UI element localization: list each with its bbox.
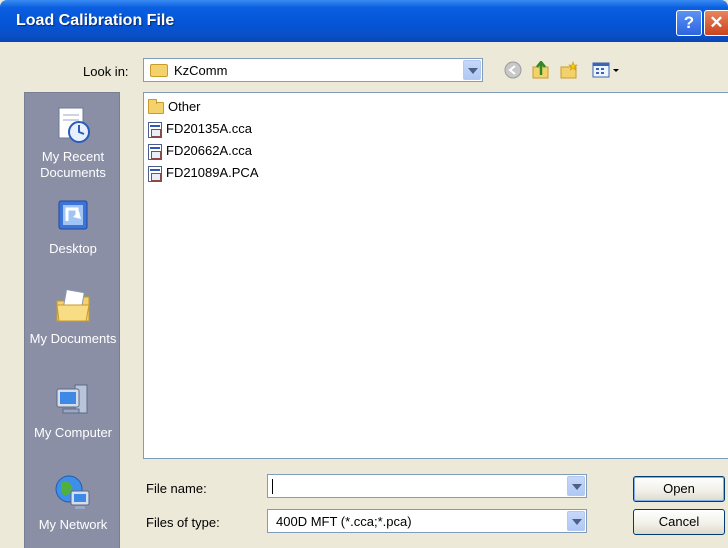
list-item-folder[interactable]: Other [148, 97, 201, 117]
places-bar: My Recent Documents Desktop My Documents… [24, 92, 120, 548]
chevron-down-icon[interactable] [463, 60, 481, 80]
place-label: My Computer [33, 425, 113, 440]
look-in-combo[interactable]: KzComm [143, 58, 483, 82]
file-name-label: File name: [146, 481, 207, 496]
file-type-select[interactable]: 400D MFT (*.cca;*.pca) [267, 509, 587, 533]
new-folder-icon[interactable] [560, 61, 578, 79]
file-name-input[interactable] [267, 474, 587, 498]
place-desktop[interactable]: Desktop [25, 197, 121, 257]
back-icon[interactable] [504, 61, 522, 79]
place-label: Documents [40, 165, 106, 180]
file-list[interactable]: Other FD20135A.cca FD20662A.cca FD21089A… [143, 92, 728, 459]
file-type-value: 400D MFT (*.cca;*.pca) [276, 514, 412, 529]
place-label: Desktop [49, 241, 97, 256]
file-type-label: Files of type: [146, 515, 220, 530]
open-button[interactable]: Open [633, 476, 725, 502]
close-button[interactable]: ✕ [704, 10, 728, 36]
list-item-file[interactable]: FD20135A.cca [148, 119, 252, 139]
file-name: Other [168, 99, 201, 114]
calibration-file-icon [148, 143, 162, 160]
place-label: My Recent [41, 149, 105, 164]
window-title: Load Calibration File [16, 12, 175, 29]
desktop-icon [53, 197, 93, 237]
list-item-file[interactable]: FD21089A.PCA [148, 163, 259, 183]
up-folder-icon[interactable] [532, 59, 550, 79]
chevron-down-icon[interactable] [567, 511, 585, 531]
look-in-value: KzComm [174, 63, 228, 78]
place-label: My Network [38, 517, 108, 532]
file-name: FD21089A.PCA [166, 165, 259, 180]
my-computer-icon [53, 381, 93, 421]
look-in-label: Look in: [83, 64, 129, 79]
file-name: FD20135A.cca [166, 121, 252, 136]
views-icon[interactable] [592, 61, 622, 79]
recent-documents-icon [53, 105, 93, 145]
my-network-icon [53, 473, 93, 513]
folder-icon [148, 98, 164, 114]
file-name: FD20662A.cca [166, 143, 252, 158]
title-bar: Load Calibration File ? ✕ [0, 0, 728, 42]
cancel-button[interactable]: Cancel [633, 509, 725, 535]
place-my-documents[interactable]: My Documents [25, 287, 121, 347]
folder-icon [150, 64, 168, 77]
place-my-recent-documents[interactable]: My Recent Documents [25, 105, 121, 181]
my-documents-icon [53, 287, 93, 327]
list-item-file[interactable]: FD20662A.cca [148, 141, 252, 161]
help-button[interactable]: ? [676, 10, 702, 36]
place-label: My Documents [29, 331, 117, 346]
text-cursor [272, 479, 273, 494]
place-my-computer[interactable]: My Computer [25, 381, 121, 441]
calibration-file-icon [148, 165, 162, 182]
calibration-file-icon [148, 121, 162, 138]
chevron-down-icon[interactable] [567, 476, 585, 496]
place-my-network[interactable]: My Network [25, 473, 121, 533]
